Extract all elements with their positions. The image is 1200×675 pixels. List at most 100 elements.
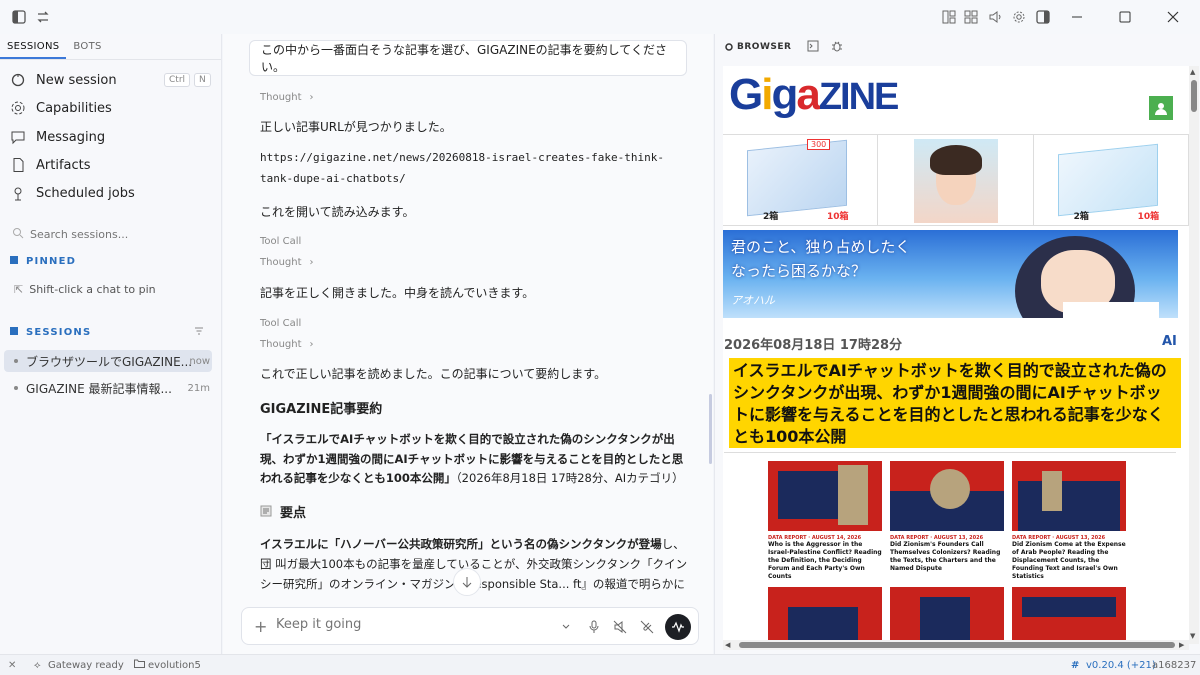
browser-vertical-scrollbar[interactable]: ▲ ▼	[1189, 66, 1199, 644]
new-session-button[interactable]: New session Ctrl N	[10, 68, 211, 92]
memo-icon	[260, 504, 272, 525]
ad-qty: 10箱	[827, 212, 849, 222]
close-icon[interactable]	[1162, 6, 1184, 28]
artifacts-icon	[10, 157, 28, 173]
thought-toggle[interactable]: Thought ›	[260, 92, 314, 103]
session-time: now	[189, 355, 210, 367]
ad-1day[interactable]: 2箱 10箱	[1034, 135, 1189, 225]
session-item[interactable]: GIGAZINE 最新記事情報... 21m	[4, 377, 212, 399]
voice-send-button[interactable]	[665, 614, 691, 640]
arrow-down-icon	[462, 577, 472, 588]
tool-call-toggle[interactable]: Tool Call	[260, 318, 301, 329]
session-title: ブラウザツールでGIGAZINE...	[26, 354, 193, 369]
mute-icon[interactable]	[611, 618, 629, 636]
artifacts-nav[interactable]: Artifacts	[10, 153, 91, 177]
microphone-icon[interactable]	[585, 618, 603, 636]
report-card[interactable]: DATA REPORT · AUGUST 13, 2026 Did Zionis…	[1012, 461, 1126, 582]
plus-icon[interactable]: +	[254, 617, 267, 636]
chevron-right-icon: ›	[309, 339, 314, 350]
report-card[interactable]	[768, 587, 882, 646]
layout-icon[interactable]	[938, 6, 960, 28]
scroll-right-icon[interactable]: ▶	[1179, 641, 1184, 649]
thought-toggle[interactable]: Thought ›	[260, 339, 314, 350]
gear-icon[interactable]	[1008, 6, 1030, 28]
sessions-title: SESSIONS	[26, 327, 92, 338]
scroll-down-icon[interactable]: ▼	[1190, 632, 1195, 640]
scroll-left-icon[interactable]: ◀	[725, 641, 730, 649]
new-session-icon	[10, 72, 28, 88]
bug-icon[interactable]	[831, 40, 843, 55]
sidebar-toggle-icon[interactable]	[8, 6, 30, 28]
kbd-n: N	[194, 73, 211, 87]
messaging-nav[interactable]: Messaging	[10, 125, 105, 149]
filter-icon[interactable]	[194, 326, 204, 339]
waveform-icon	[672, 621, 684, 633]
ad-contact-lens[interactable]: 300 2箱 10箱	[723, 135, 879, 225]
thought-toggle[interactable]: Thought ›	[260, 257, 314, 268]
session-item[interactable]: ブラウザツールでGIGAZINE... now	[4, 350, 212, 372]
ad-model[interactable]	[878, 135, 1034, 225]
grid-icon[interactable]	[960, 6, 982, 28]
scroll-down-button[interactable]	[453, 568, 481, 596]
report-image	[1012, 461, 1126, 531]
report-title: Did Zionism Come at the Expense of Arab …	[1012, 541, 1126, 581]
branch-name[interactable]: evolution5	[148, 660, 201, 671]
chevron-down-icon[interactable]	[557, 618, 575, 636]
chat-transcript: この中から一番面白そうな記事を選び、GIGAZINEの記事を要約してください。 …	[223, 34, 713, 594]
summary-meta: （2026年8月18日 17時28分、AIカテゴリ）	[455, 471, 684, 486]
user-prompt: この中から一番面白そうな記事を選び、GIGAZINEの記事を要約してください。	[249, 40, 687, 76]
pinned-hint-text: Shift-click a chat to pin	[29, 283, 156, 296]
tool-call-toggle[interactable]: Tool Call	[260, 236, 301, 247]
site-logo[interactable]: GigaZINE	[729, 70, 899, 120]
search-sessions[interactable]	[12, 224, 212, 244]
message-input[interactable]	[276, 617, 526, 632]
gateway-status-icon: ⟡	[34, 659, 41, 671]
pinned-hint: ⇱ Shift-click a chat to pin	[14, 283, 156, 296]
hash-icon: #	[1071, 659, 1080, 671]
browser-tab-label[interactable]: BROWSER	[737, 42, 791, 52]
scheduled-jobs-nav[interactable]: Scheduled jobs	[10, 181, 135, 205]
vertical-scroll-thumb[interactable]	[1191, 80, 1197, 112]
report-card[interactable]	[1012, 587, 1126, 646]
search-input[interactable]	[30, 227, 200, 241]
user-icon[interactable]	[1149, 96, 1173, 120]
swap-icon[interactable]	[32, 6, 54, 28]
report-card[interactable]	[890, 587, 1004, 646]
status-close-icon[interactable]: ✕	[8, 660, 16, 671]
scheduled-jobs-label: Scheduled jobs	[36, 185, 135, 201]
ad-price: 300	[807, 139, 831, 150]
tab-sessions[interactable]: SESSIONS	[0, 34, 67, 59]
commit-hash: a168237	[1152, 659, 1197, 671]
scroll-up-icon[interactable]: ▲	[1190, 68, 1195, 76]
no-attach-icon[interactable]	[638, 618, 656, 636]
arrow-icon: ⇱	[14, 283, 24, 296]
sessions-header: SESSIONS	[10, 327, 210, 338]
version-label[interactable]: v0.20.4 (+21)	[1086, 660, 1156, 671]
maximize-icon[interactable]	[1114, 6, 1136, 28]
report-card[interactable]: DATA REPORT · AUGUST 13, 2026 Did Zionis…	[890, 461, 1004, 574]
ad-banner[interactable]: 君のこと、独り占めしたく なったら困るかな？ アオハル	[723, 230, 1178, 318]
terminal-icon[interactable]	[807, 40, 819, 55]
sessions-icon	[10, 327, 18, 338]
horizontal-scroll-thumb[interactable]	[739, 642, 1175, 648]
scheduled-jobs-icon	[10, 185, 28, 201]
composer[interactable]: +	[241, 607, 699, 645]
session-dot	[14, 386, 18, 390]
chat-scrollbar[interactable]	[709, 394, 712, 464]
speaker-icon[interactable]	[984, 6, 1006, 28]
minimize-icon[interactable]	[1066, 6, 1088, 28]
capabilities-nav[interactable]: Capabilities	[10, 96, 112, 120]
article-date: 2026年08月18日 17時28分	[724, 338, 903, 353]
session-time: 21m	[187, 382, 210, 394]
thought-label: Thought	[260, 92, 302, 103]
tab-bots[interactable]: BOTS	[66, 34, 108, 59]
browser-horizontal-scrollbar[interactable]: ◀ ▶	[723, 640, 1189, 650]
article-category[interactable]: AI	[1162, 334, 1177, 349]
new-session-label: New session	[36, 72, 117, 88]
panel-right-icon[interactable]	[1032, 6, 1054, 28]
banner-line-1: 君のこと、独り占めしたく	[731, 238, 911, 256]
folder-icon	[134, 659, 145, 671]
sidebar: SESSIONS BOTS New session Ctrl N Capabil…	[0, 34, 222, 675]
status-bar: ✕ ⟡ Gateway ready evolution5 # v0.20.4 (…	[0, 654, 1200, 675]
report-card[interactable]: DATA REPORT · AUGUST 14, 2026 Who is the…	[768, 461, 882, 582]
